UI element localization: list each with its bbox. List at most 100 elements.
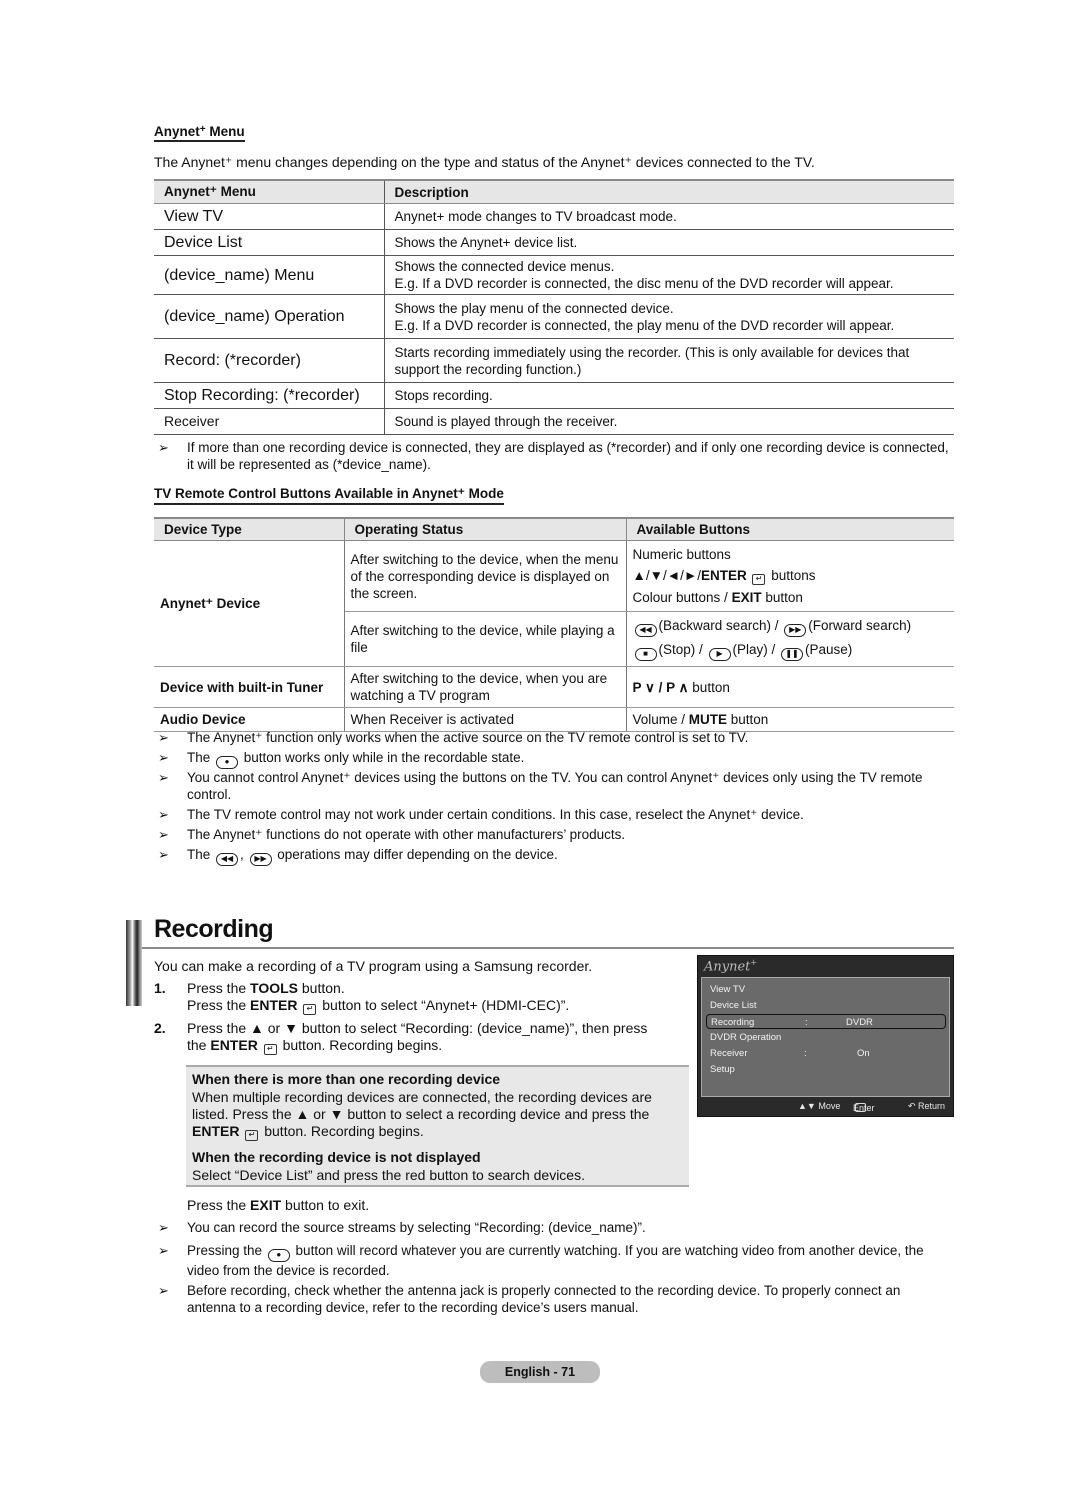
- note: ➢ The Anynet⁺ functions do not operate w…: [158, 827, 626, 842]
- col-header-description: Description: [384, 179, 954, 204]
- osd-footer: ▲▼ Move Enter ↶ Return: [798, 1101, 946, 1113]
- note-arrow-icon: ➢: [158, 807, 169, 822]
- osd-menu-item-device-list[interactable]: Device List: [710, 998, 940, 1013]
- note: ➢ The TV remote control may not work und…: [158, 807, 804, 822]
- note: ➢ The ● button works only while in the r…: [158, 749, 958, 769]
- note: ➢ You can record the source streams by s…: [158, 1220, 646, 1235]
- note-arrow-icon: ➢: [158, 750, 169, 765]
- anynet-menu-heading: Anynet+ Menu: [154, 123, 245, 142]
- note-arrow-icon: ➢: [158, 770, 169, 785]
- menu-cell: Device List: [154, 229, 385, 256]
- table-row: View TV Anynet+ mode changes to TV broad…: [154, 203, 954, 230]
- note-arrow-icon: ➢: [158, 1220, 169, 1235]
- rewind-icon: ◀◀: [634, 624, 657, 637]
- device-type-cell: Audio Device: [154, 707, 345, 732]
- menu-cell: (device_name) Menu: [154, 255, 385, 295]
- osd-menu-item-recording[interactable]: Recording: DVDR: [706, 1014, 946, 1029]
- menu-cell: View TV: [154, 203, 385, 230]
- buttons-cell: Numeric buttons ▲/▼/◄/►/ENTER ↵ buttons …: [626, 540, 954, 612]
- menu-cell: Record: (*recorder): [154, 338, 385, 383]
- table-row: Receiver Sound is played through the rec…: [154, 408, 954, 435]
- pause-icon: ❚❚: [781, 648, 804, 661]
- remote-section-heading: TV Remote Control Buttons Available in A…: [154, 485, 504, 505]
- anynet-osd-screenshot: Anynet+ View TV Device List Recording: DV…: [697, 955, 954, 1117]
- section-marker-bar: [126, 920, 142, 1006]
- info-box-text: When multiple recording devices are conn…: [192, 1089, 652, 1141]
- note-arrow-icon: ➢: [158, 847, 169, 862]
- buttons-cell: ◀◀ (Backward search) / ▶▶ (Forward search)…: [626, 611, 954, 667]
- play-icon: ▶: [708, 648, 731, 661]
- menu-cell: (device_name) Operation: [154, 294, 385, 339]
- record-icon: ●: [267, 1249, 290, 1262]
- anynet-menu-table: Anynet⁺ Menu Description View TV Anynet+…: [154, 179, 954, 435]
- note: ➢ Pressing the ● button will record what…: [158, 1243, 924, 1278]
- enter-icon: ↵: [752, 574, 766, 585]
- anynet-logo: Anynet+: [704, 958, 758, 975]
- note: ➢ Before recording, check whether the an…: [158, 1283, 901, 1315]
- osd-menu-panel: View TV Device List Recording: DVDR DVDR …: [701, 977, 950, 1097]
- stop-icon: ■: [634, 648, 657, 661]
- page-number-badge: English - 71: [480, 1361, 600, 1383]
- description-cell: Starts recording immediately using the r…: [384, 338, 954, 383]
- osd-menu-item-view-tv[interactable]: View TV: [710, 982, 940, 997]
- col-header-menu: Anynet⁺ Menu: [154, 179, 385, 204]
- table-row: Audio Device When Receiver is activated …: [154, 707, 954, 732]
- section-title: Recording: [154, 915, 274, 943]
- osd-return-hint: ↶ Return: [908, 1101, 946, 1111]
- osd-menu-item-dvdr-operation[interactable]: DVDR Operation: [710, 1030, 940, 1045]
- recording-intro: You can make a recording of a TV program…: [154, 958, 593, 974]
- osd-menu-item-setup[interactable]: Setup: [710, 1062, 940, 1077]
- status-cell: When Receiver is activated: [344, 707, 627, 732]
- description-cell: Shows the Anynet+ device list.: [384, 229, 954, 256]
- status-cell: After switching to the device, while pla…: [344, 611, 627, 667]
- note: ➢ The ◀◀, ▶▶ operations may differ depen…: [158, 846, 958, 866]
- note: ➢ If more than one recording device is c…: [158, 440, 949, 472]
- description-cell: Stops recording.: [384, 382, 954, 409]
- enter-icon: ↵: [245, 1130, 259, 1141]
- status-cell: After switching to the device, when the …: [344, 540, 627, 612]
- status-cell: After switching to the device, when you …: [344, 666, 627, 708]
- note-arrow-icon: ➢: [158, 440, 169, 455]
- osd-move-hint: ▲▼ Move: [798, 1101, 841, 1111]
- section-divider: [142, 947, 954, 949]
- info-box-text: Select “Device List” and press the red b…: [192, 1167, 585, 1183]
- remote-buttons-table: Device Type Operating Status Available B…: [154, 517, 954, 732]
- rewind-icon: ◀◀: [216, 853, 239, 866]
- table-row: (device_name) Menu Shows the connected d…: [154, 255, 954, 295]
- note-arrow-icon: ➢: [158, 1243, 169, 1258]
- fast-forward-icon: ▶▶: [249, 853, 272, 866]
- table-row: Device with built-in Tuner After switchi…: [154, 666, 954, 708]
- info-box-heading: When the recording device is not display…: [192, 1149, 481, 1165]
- fast-forward-icon: ▶▶: [784, 624, 807, 637]
- description-cell: Shows the play menu of the connected dev…: [384, 294, 954, 339]
- table-row: Anynet⁺ Device After switching to the de…: [154, 540, 954, 667]
- col-header-device-type: Device Type: [154, 517, 345, 541]
- menu-cell: Stop Recording: (*recorder): [154, 382, 385, 409]
- info-box-heading: When there is more than one recording de…: [192, 1071, 501, 1087]
- table-row: Device List Shows the Anynet+ device lis…: [154, 229, 954, 256]
- buttons-cell: P ∨ / P ∧ button: [626, 666, 954, 708]
- description-cell: Sound is played through the receiver.: [384, 408, 954, 435]
- col-header-available-buttons: Available Buttons: [626, 517, 954, 541]
- menu-cell: Receiver: [154, 408, 385, 435]
- enter-icon: ↵: [263, 1044, 277, 1055]
- enter-icon: ↵: [303, 1004, 317, 1015]
- step-2: 2. Press the ▲ or ▼ button to select “Re…: [154, 1020, 648, 1055]
- exit-instruction: Press the EXIT button to exit.: [187, 1197, 370, 1213]
- note: ➢ You cannot control Anynet⁺ devices usi…: [158, 770, 923, 802]
- buttons-cell: Volume / MUTE button: [626, 707, 954, 732]
- device-type-cell: Anynet⁺ Device: [154, 540, 345, 667]
- device-type-cell: Device with built-in Tuner: [154, 666, 345, 708]
- col-header-operating-status: Operating Status: [344, 517, 627, 541]
- description-cell: Anynet+ mode changes to TV broadcast mod…: [384, 203, 954, 230]
- description-cell: Shows the connected device menus. E.g. If…: [384, 255, 954, 295]
- note: ➢ The Anynet⁺ function only works when t…: [158, 730, 749, 745]
- note-arrow-icon: ➢: [158, 827, 169, 842]
- info-box: When there is more than one recording de…: [186, 1065, 689, 1187]
- step-1: 1. Press the TOOLS button. Press the ENT…: [154, 980, 570, 1015]
- record-icon: ●: [216, 756, 239, 769]
- note-arrow-icon: ➢: [158, 1283, 169, 1298]
- osd-menu-item-receiver[interactable]: Receiver: On: [710, 1046, 940, 1061]
- anynet-menu-intro: The Anynet⁺ menu changes depending on th…: [154, 154, 815, 170]
- note-arrow-icon: ➢: [158, 730, 169, 745]
